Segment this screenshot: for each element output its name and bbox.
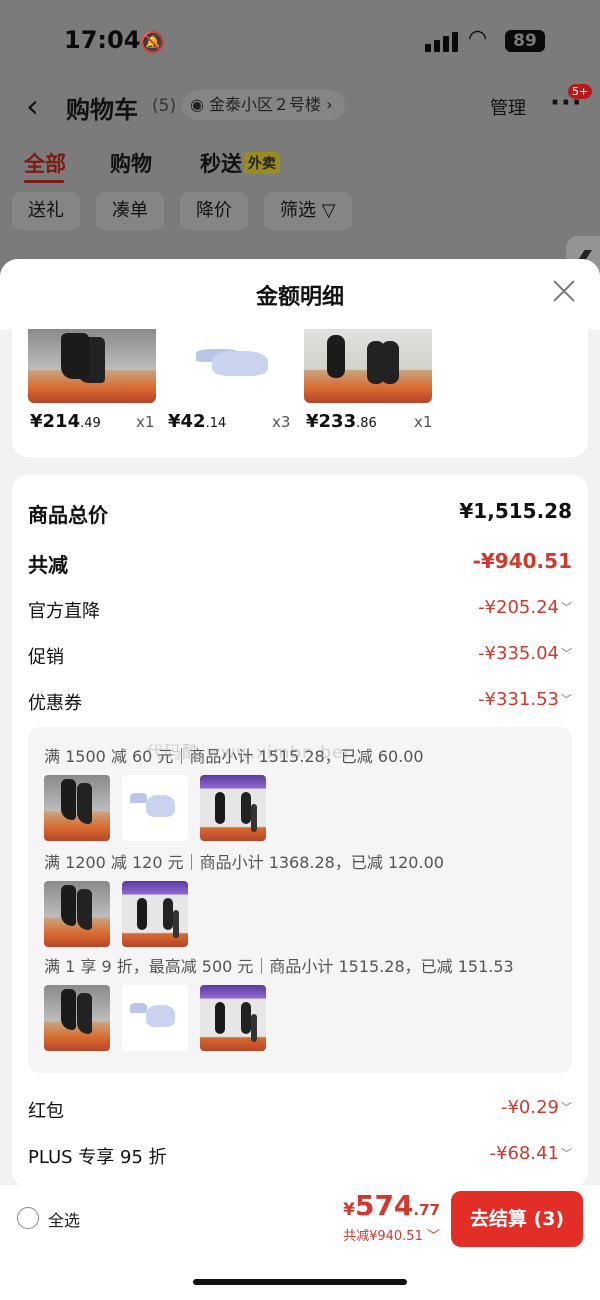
coupon-product-thumbnail [44,985,110,1051]
chip-filter[interactable]: 筛选 ▽ [264,192,352,230]
coupon-product-thumbnail [122,881,188,947]
tab-active-indicator [24,180,64,183]
chevron-down-icon: ﹀ [422,1229,440,1244]
coupon-product-thumbs [44,775,464,843]
row-red-packet[interactable]: 红包 -¥0.29 ﹀ [28,1097,572,1127]
product-price: ¥233.86 [306,411,377,432]
address-selector[interactable]: ◉ 金泰小区２号楼 › [182,90,345,120]
product-item[interactable]: ¥42.14 x3 [166,329,298,439]
product-strip: ¥214.49 x1 ¥42.14 x3 ¥233.86 x1 [12,329,588,457]
back-arrow-icon[interactable]: ‹ [26,88,39,124]
coupon-product-thumbnail [44,775,110,841]
chip-bundle[interactable]: 凑单 [96,192,164,230]
product-price: ¥214.49 [30,411,101,432]
coupon-product-thumbnail [122,775,188,841]
cart-page-background: 17:04 🔕 ◠ 89 ‹ 购物车 (5) ◉ 金泰小区２号楼 › 管理 ··… [0,0,600,270]
product-thumbnail [28,329,156,403]
product-price: ¥42.14 [168,411,227,432]
promotion-label: 促销 [28,647,64,668]
checkout-bar: 全选 ¥574.77 共减¥940.51 ﹀ 去结算 (3) [0,1185,600,1300]
cart-title: 购物车 [66,96,138,124]
row-plus-discount[interactable]: PLUS 专享 95 折 -¥68.41 ﹀ [28,1143,572,1173]
chip-price-drop[interactable]: 降价 [180,192,248,230]
product-thumbnail [304,329,432,403]
tab-all[interactable]: 全部 [24,148,66,178]
chevron-right-icon: › [321,95,333,114]
cart-tabs: 全部 购物 秒送 外卖 [0,148,600,188]
row-official-discount[interactable]: 官方直降 -¥205.24 ﹀ [28,597,572,627]
manage-button[interactable]: 管理 [490,94,526,120]
status-bar: 17:04 🔕 ◠ 89 [0,22,600,62]
coupon-product-thumbnail [200,775,266,841]
coupon-detail-box: 满 1500 减 60 元｜商品小计 1515.28，已减 60.00 代码酷 … [28,727,572,1073]
official-discount-label: 官方直降 [28,601,100,622]
coupon-product-thumbnail [200,985,266,1051]
wifi-icon: ◠ [468,26,488,51]
chip-gift[interactable]: 送礼 [12,192,80,230]
sheet-title: 金额明细 [255,285,344,310]
row-promotion[interactable]: 促销 -¥335.04 ﹀ [28,643,572,673]
coupon-value: -¥331.53 ﹀ [478,689,572,710]
cart-topbar: ‹ 购物车 (5) ◉ 金泰小区２号楼 › 管理 ··· 5+ [0,84,600,128]
tab-shopping[interactable]: 购物 [110,148,152,178]
chevron-down-icon: ﹀ [561,693,572,706]
plus-discount-value: -¥68.41 ﹀ [489,1143,572,1164]
checkout-button[interactable]: 去结算 (3) [451,1191,583,1247]
red-packet-value: -¥0.29 ﹀ [500,1097,572,1118]
plus-discount-label: PLUS 专享 95 折 [28,1147,167,1168]
message-badge: 5+ [568,84,593,99]
promotion-value: -¥335.04 ﹀ [478,643,572,664]
tab-instant-label: 秒送 [200,152,242,176]
total-payable: ¥574.77 [343,1189,440,1222]
battery-icon: 89 [505,30,545,52]
cellular-signal-icon [425,30,459,52]
product-quantity: x1 [136,413,155,431]
watermark-text: 代码酷 www.ximbn.ber [146,743,352,763]
red-packet-label: 红包 [28,1101,64,1122]
coupon-product-thumbnail [44,881,110,947]
status-time: 17:04 [64,26,141,54]
coupon-product-thumbnail [122,985,188,1051]
chevron-down-icon: ﹀ [561,647,572,660]
filter-funnel-icon: ▽ [321,200,336,221]
chevron-down-icon: ﹀ [561,1101,572,1114]
address-text: 金泰小区２号楼 [209,95,322,114]
select-all-label[interactable]: 全选 [48,1207,80,1231]
chevron-down-icon: ﹀ [561,601,572,614]
total-price-label: 商品总价 [28,503,108,527]
eye-icon: ◉ [190,95,210,114]
close-icon[interactable] [550,277,578,305]
select-all-radio[interactable] [17,1207,39,1229]
total-discount-value: -¥940.51 [472,549,572,573]
product-item[interactable]: ¥233.86 x1 [304,329,436,439]
official-discount-value: -¥205.24 ﹀ [478,597,572,618]
total-discount-summary[interactable]: 共减¥940.51 ﹀ [343,1225,440,1244]
takeaway-tag: 外卖 [244,152,280,174]
chip-filter-label: 筛选 [280,200,316,221]
row-total-price: 商品总价 ¥1,515.28 [28,499,572,529]
row-total-discount: 共减 -¥940.51 [28,549,572,579]
home-indicator [193,1279,407,1285]
chevron-down-icon: ﹀ [561,1147,572,1160]
product-quantity: x1 [414,413,433,431]
coupon-label: 优惠券 [28,693,82,714]
coupon-product-thumbs [44,985,464,1053]
coupon-rule: 满 1200 减 120 元｜商品小计 1368.28，已减 120.00 [44,853,444,872]
mute-bell-icon: 🔕 [140,30,165,54]
filter-chips: 送礼 凑单 降价 筛选 ▽ [0,192,600,232]
total-discount-label: 共减 [28,553,68,577]
product-item[interactable]: ¥214.49 x1 [28,329,160,439]
product-thumbnail [166,329,294,403]
row-coupon[interactable]: 优惠券 -¥331.53 ﹀ [28,689,572,719]
cart-count: (5) [152,96,177,116]
tab-instant[interactable]: 秒送 外卖 [200,148,280,178]
coupon-product-thumbs [44,881,464,949]
amount-detail-sheet: 金额明细 ¥214.49 x1 ¥42.14 x3 ¥233.86 x1 商品总… [0,259,600,1300]
price-breakdown-card: 商品总价 ¥1,515.28 共减 -¥940.51 官方直降 -¥205.24… [12,475,588,1187]
total-price-value: ¥1,515.28 [459,499,572,523]
coupon-rule: 满 1 享 9 折，最高减 500 元｜商品小计 1515.28，已减 151.… [44,957,514,976]
sheet-header: 金额明细 [0,259,600,329]
product-quantity: x3 [272,413,291,431]
